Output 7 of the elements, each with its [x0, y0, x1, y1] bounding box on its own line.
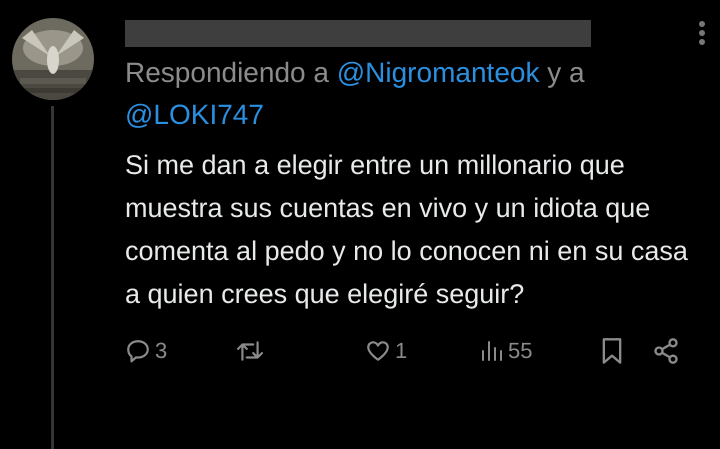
replying-to-text: Respondiendo a @Nigromanteok y a @LOKI747	[125, 56, 586, 132]
views-button[interactable]: 55	[480, 334, 532, 367]
reply-button[interactable]: 3	[125, 334, 168, 367]
tweet-text: Si me dan a elegir entre un millonario que muestra sus cuentas en vivo y un idiota que comenta al pedo y no lo conocen ni en su casa a quien crees que elegiré seguir?	[125, 149, 689, 311]
mention-link[interactable]: @Nigromanteok	[336, 57, 540, 88]
like-button[interactable]: 1	[365, 334, 408, 367]
mention-link[interactable]: @LOKI747	[125, 99, 264, 130]
